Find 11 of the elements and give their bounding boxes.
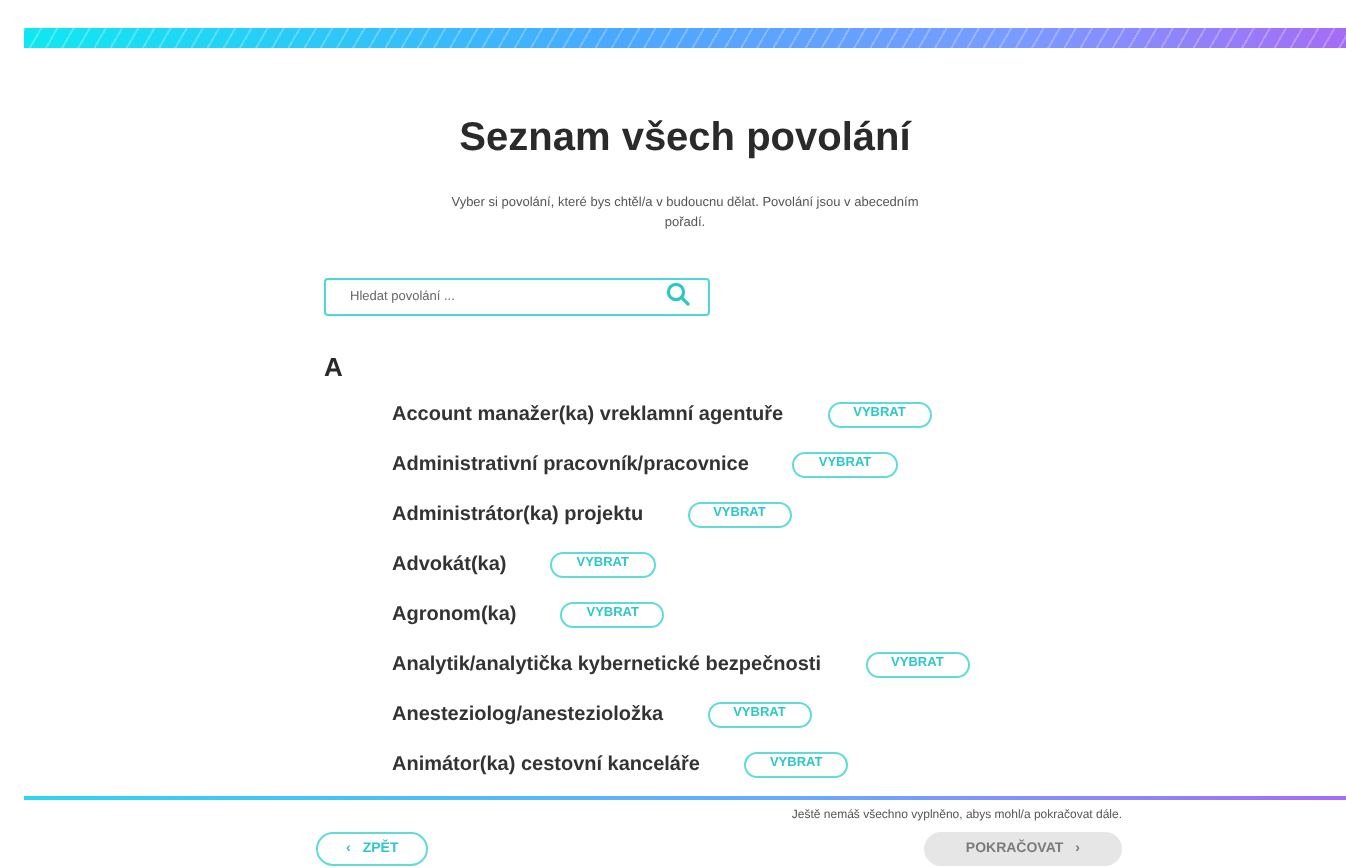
- occupation-name: Administrativní pracovník/pracovnice: [392, 454, 749, 476]
- occupation-name: Analytik/analytička kybernetické bezpečnosti: [392, 654, 822, 676]
- occupation-name: Animátor(ka) cestovní kanceláře: [392, 754, 700, 776]
- occupation-name: Account manažer(ka) vreklamní agentuře: [392, 404, 784, 426]
- search-icon[interactable]: [666, 282, 690, 306]
- occupation-name: Administrátor(ka) projektu: [392, 504, 644, 526]
- occupation-name: Agronom(ka): [392, 604, 517, 626]
- occupation-name: Anesteziolog/anestezioložka: [392, 704, 664, 726]
- occupation-name: Advokát(ka): [392, 554, 507, 576]
- letter-heading: A: [324, 352, 343, 382]
- page-title: Seznam všech povolání: [459, 116, 911, 162]
